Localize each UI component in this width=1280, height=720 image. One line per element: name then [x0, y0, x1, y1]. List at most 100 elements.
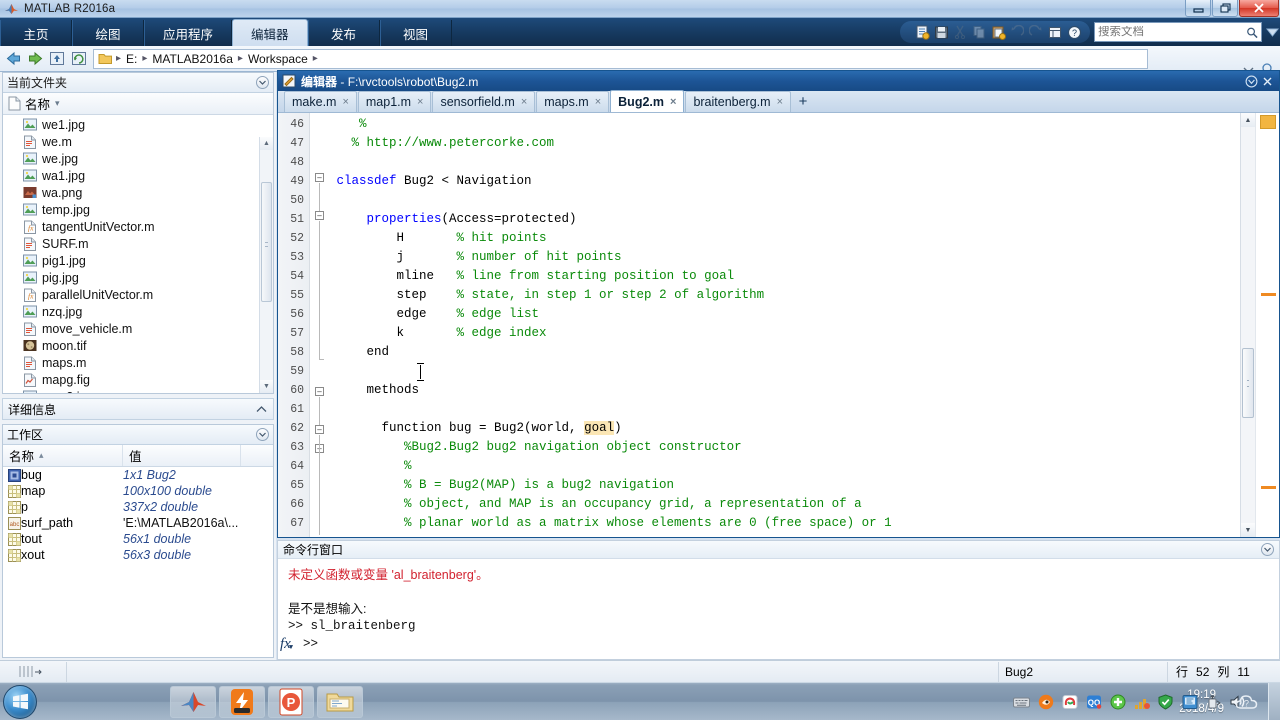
- grid-resize-icon[interactable]: [0, 662, 66, 682]
- workspace-row[interactable]: xout 56x3 double: [3, 547, 273, 563]
- cloud-icon[interactable]: ?: [1234, 691, 1260, 713]
- ribbon-more-button[interactable]: [1264, 22, 1280, 42]
- editor-tab-maps-m[interactable]: maps.m ×: [536, 91, 610, 112]
- code-line[interactable]: [329, 191, 1233, 210]
- editor-tab-Bug2-m[interactable]: Bug2.m ×: [610, 90, 685, 112]
- refresh-icon[interactable]: [69, 49, 89, 69]
- ribbon-tab-home[interactable]: 主页: [0, 20, 72, 46]
- show-desktop-button[interactable]: [1268, 683, 1280, 720]
- restore-button[interactable]: [1212, 0, 1238, 17]
- editor-body[interactable]: 46 47 48 49 50 51 52 53 54 55 56 57 58 59 60 61 62 63 64 65…: [278, 113, 1279, 537]
- back-arrow-icon[interactable]: [3, 49, 23, 69]
- keyboard-icon[interactable]: [1013, 694, 1030, 711]
- save-icon[interactable]: [933, 24, 949, 40]
- ribbon-tab-plots[interactable]: 绘图: [72, 20, 144, 46]
- fold-toggle-properties[interactable]: –: [315, 211, 324, 220]
- code-line[interactable]: properties(Access=protected): [329, 210, 1233, 229]
- command-prompt[interactable]: >>: [303, 636, 318, 653]
- close-button[interactable]: [1239, 0, 1279, 17]
- sogou-icon[interactable]: [1061, 694, 1078, 711]
- warning-marker[interactable]: [1261, 486, 1276, 489]
- current-folder-collapse-icon[interactable]: [255, 76, 269, 90]
- help-icon[interactable]: ?: [1066, 24, 1082, 40]
- paste-icon[interactable]: [990, 24, 1006, 40]
- shield-icon[interactable]: [1157, 694, 1174, 711]
- powerpoint-icon[interactable]: P: [268, 685, 314, 718]
- editor-tab-make-m[interactable]: make.m ×: [284, 91, 357, 112]
- code-line[interactable]: mline % line from starting position to g…: [329, 267, 1233, 286]
- workspace-row[interactable]: map 100x100 double: [3, 483, 273, 499]
- signal-icon[interactable]: [1133, 694, 1150, 711]
- fold-toggle-methods[interactable]: –: [315, 387, 324, 396]
- code-line[interactable]: H % hit points: [329, 229, 1233, 248]
- editor-tab-map1-m[interactable]: map1.m ×: [357, 91, 432, 112]
- details-panel-header[interactable]: 详细信息: [2, 398, 274, 420]
- close-icon[interactable]: ×: [670, 96, 676, 108]
- file-list[interactable]: we1.jpg we.m we.jpg wa1.jpg wa.png temp.jpg fx…: [3, 115, 273, 393]
- code-line[interactable]: % planar world as a matrix whose element…: [329, 514, 1233, 533]
- monitor-icon[interactable]: [1181, 694, 1198, 711]
- file-list-item[interactable]: fx parallelUnitVector.m: [3, 286, 273, 303]
- file-list-item[interactable]: SURF.m: [3, 235, 273, 252]
- file-list-item[interactable]: we.jpg: [3, 150, 273, 167]
- breadcrumb-item-workspace[interactable]: Workspace: [246, 52, 310, 66]
- code-line[interactable]: function bug = Bug2(world, goal): [329, 419, 1233, 438]
- file-list-item[interactable]: we.m: [3, 133, 273, 150]
- scroll-down-icon[interactable]: ▼: [260, 380, 273, 393]
- fox-browser-icon[interactable]: [1037, 694, 1054, 711]
- windows-start-icon[interactable]: [3, 684, 37, 719]
- plus-green-icon[interactable]: [1109, 694, 1126, 711]
- file-explorer-icon[interactable]: [317, 685, 363, 718]
- new-script-icon[interactable]: [914, 24, 930, 40]
- warning-marker[interactable]: [1261, 293, 1276, 296]
- workspace-col-value[interactable]: 值: [123, 445, 241, 466]
- workspace-col-name[interactable]: 名称 ▴: [3, 445, 123, 466]
- ribbon-tab-apps[interactable]: 应用程序: [144, 20, 233, 46]
- editor-tabbar[interactable]: make.m × map1.m × sensorfield.m × maps.m × Bug2.…: [278, 90, 1279, 113]
- ribbon-tab-view[interactable]: 视图: [379, 20, 452, 46]
- scrollbar-thumb[interactable]: [261, 182, 272, 302]
- layout-icon[interactable]: [1047, 24, 1063, 40]
- ribbon-tab-editor[interactable]: 编辑器: [232, 19, 308, 46]
- code-line[interactable]: step % state, in step 1 or step 2 of alg…: [329, 286, 1233, 305]
- workspace-row[interactable]: p 337x2 double: [3, 499, 273, 515]
- minimize-button[interactable]: [1185, 0, 1211, 17]
- details-expand-icon[interactable]: [254, 402, 268, 416]
- command-window-collapse-icon[interactable]: [1260, 543, 1274, 557]
- code-line[interactable]: [329, 400, 1233, 419]
- sort-asc-icon[interactable]: ▾: [55, 98, 60, 109]
- ribbon-tab-publish[interactable]: 发布: [307, 20, 380, 46]
- scroll-up-icon[interactable]: ▲: [260, 137, 273, 150]
- code-line[interactable]: %Bug2.Bug2 bug2 navigation object constr…: [329, 438, 1233, 457]
- file-list-item[interactable]: moon.tif: [3, 337, 273, 354]
- breadcrumb-item-drive[interactable]: E:: [124, 52, 139, 66]
- editor-tab-braitenberg-m[interactable]: braitenberg.m ×: [685, 91, 791, 112]
- fold-toggle-function[interactable]: –: [315, 425, 324, 434]
- workspace-row[interactable]: tout 56x1 double: [3, 531, 273, 547]
- file-list-item[interactable]: temp.jpg: [3, 201, 273, 218]
- code-line[interactable]: end: [329, 343, 1233, 362]
- command-prompt-row[interactable]: fx ▼ >>: [280, 636, 318, 653]
- file-list-item[interactable]: we1.jpg: [3, 116, 273, 133]
- matlab-taskbar-icon[interactable]: [170, 685, 216, 718]
- code-line[interactable]: methods: [329, 381, 1233, 400]
- code-line[interactable]: % B = Bug2(MAP) is a bug2 navigation: [329, 476, 1233, 495]
- forward-arrow-icon[interactable]: [25, 49, 45, 69]
- new-tab-button[interactable]: +: [792, 91, 814, 112]
- workspace-rows[interactable]: bug 1x1 Bug2 map 100x100 double p 337x2 doubl…: [3, 467, 273, 657]
- editor-fold-column[interactable]: – – – – –: [311, 113, 329, 537]
- file-list-item[interactable]: mapg.fig: [3, 371, 273, 388]
- code-line[interactable]: edge % edge list: [329, 305, 1233, 324]
- code-line[interactable]: k % edge index: [329, 324, 1233, 343]
- editor-scroll-up-icon[interactable]: ▲: [1241, 113, 1255, 127]
- editor-tab-sensorfield-m[interactable]: sensorfield.m ×: [432, 91, 536, 112]
- editor-marker-bar[interactable]: [1255, 113, 1279, 537]
- code-line[interactable]: classdef Bug2 < Navigation: [329, 172, 1233, 191]
- close-icon[interactable]: ×: [342, 96, 348, 108]
- code-line[interactable]: % object, and MAP is an occupancy grid, …: [329, 495, 1233, 514]
- code-line[interactable]: [329, 153, 1233, 172]
- thunder-download-icon[interactable]: [219, 685, 265, 718]
- command-window-output[interactable]: 未定义函数或变量 'al_braitenberg'。 是不是想输入: >> sl…: [278, 559, 1279, 659]
- close-icon[interactable]: ×: [595, 96, 601, 108]
- code-line[interactable]: [329, 362, 1233, 381]
